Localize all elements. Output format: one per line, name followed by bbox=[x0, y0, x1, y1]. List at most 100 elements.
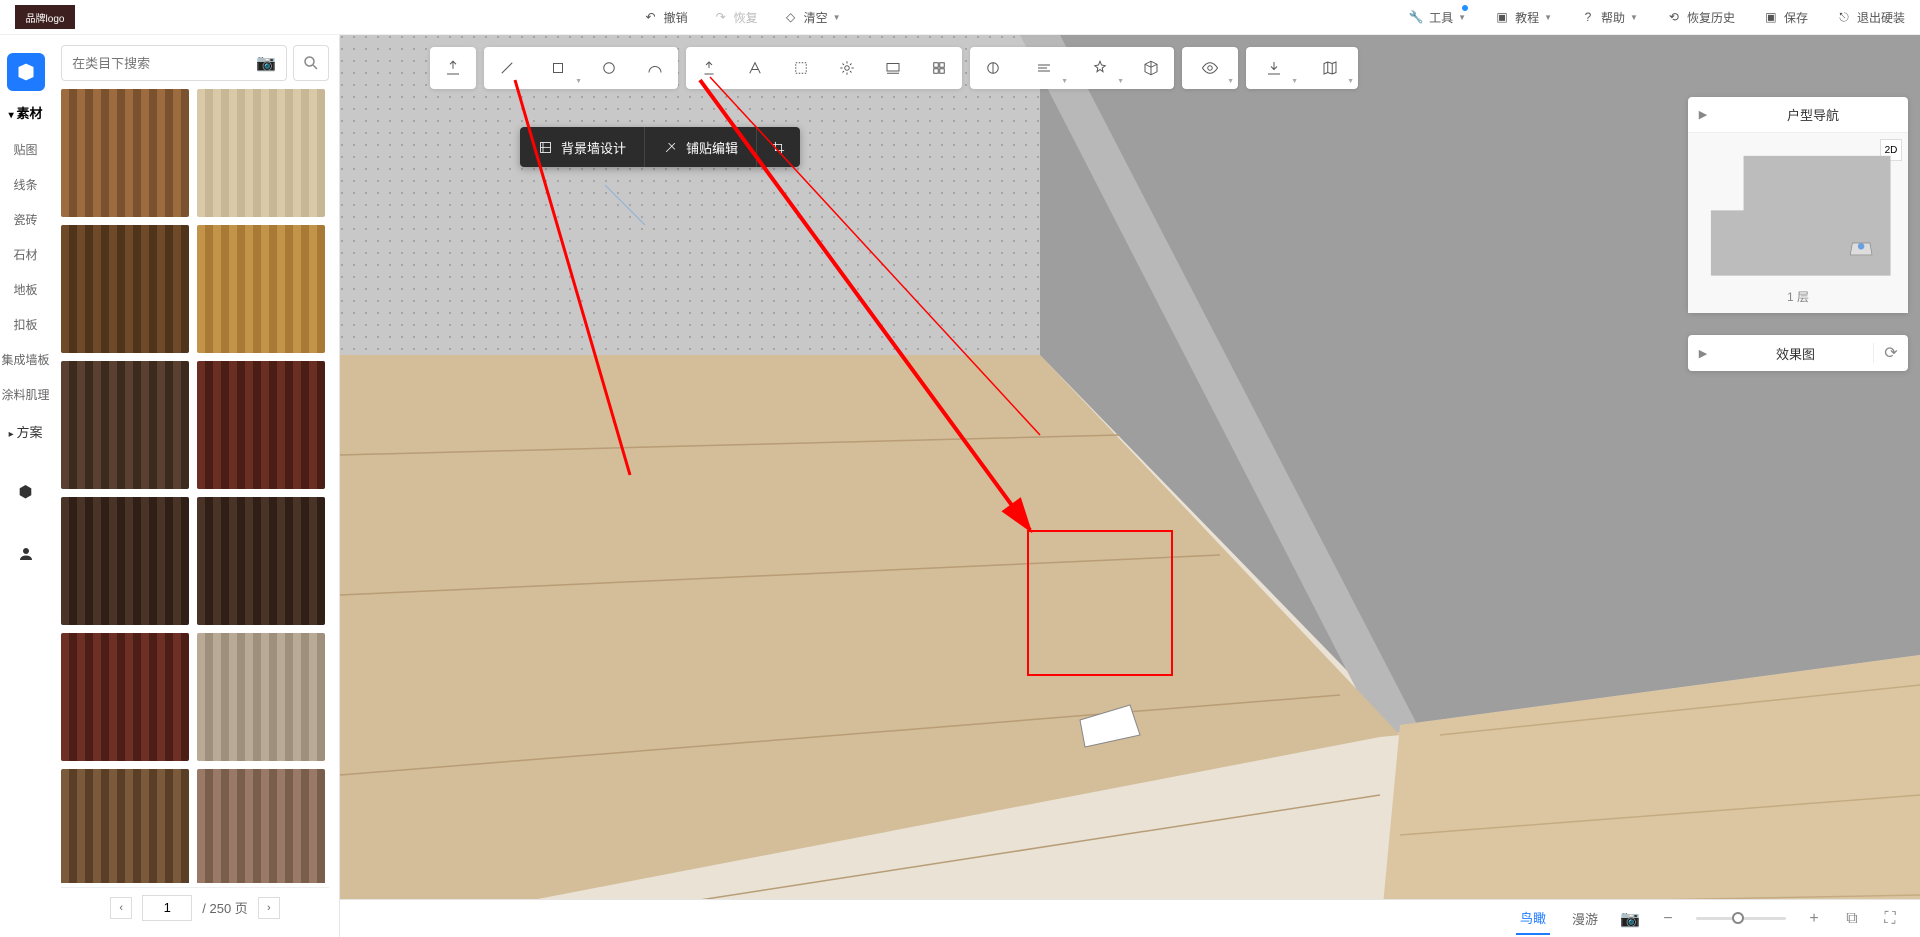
scene-3d bbox=[340, 35, 1920, 937]
undo-button[interactable]: ↶ 撤销 bbox=[643, 9, 688, 26]
view-bird-button[interactable]: 鸟瞰 bbox=[1516, 902, 1550, 935]
cat-cizhuan[interactable]: 瓷砖 bbox=[0, 204, 51, 235]
nav-user-button[interactable] bbox=[7, 535, 45, 573]
chevron-down-icon: ▼ bbox=[1458, 13, 1466, 22]
nav-minimap[interactable]: 2D 1 层 bbox=[1688, 133, 1908, 313]
tb-export-button[interactable] bbox=[430, 47, 476, 89]
notification-dot bbox=[1462, 5, 1468, 11]
search-button[interactable] bbox=[293, 45, 329, 81]
material-thumb[interactable] bbox=[61, 361, 189, 489]
search-input[interactable] bbox=[72, 56, 248, 71]
tb-rect-button[interactable]: ▼ bbox=[530, 47, 586, 89]
cat-xiantiao[interactable]: 线条 bbox=[0, 169, 51, 200]
tb-measure-button[interactable] bbox=[970, 47, 1016, 89]
camera-icon[interactable]: 📷 bbox=[256, 53, 276, 73]
top-center: ↶ 撤销 ↷ 恢复 ◇ 清空 ▼ bbox=[75, 9, 1408, 26]
tb-area-button[interactable] bbox=[778, 47, 824, 89]
tb-grid-button[interactable] bbox=[916, 47, 962, 89]
cat-fangan[interactable]: 方案 bbox=[0, 414, 51, 449]
cat-kouban[interactable]: 扣板 bbox=[0, 309, 51, 340]
tools-button[interactable]: 🔧 工具 ▼ bbox=[1408, 9, 1466, 26]
tutorial-button[interactable]: ▣ 教程 ▼ bbox=[1494, 9, 1552, 26]
cat-diban[interactable]: 地板 bbox=[0, 274, 51, 305]
tb-map-button[interactable]: ▼ bbox=[1302, 47, 1358, 89]
ctx-tile-button[interactable]: 铺贴编辑 bbox=[645, 127, 757, 167]
history-icon: ⟲ bbox=[1666, 9, 1682, 25]
context-bar: 背景墙设计 铺贴编辑 bbox=[520, 127, 800, 167]
history-label: 恢复历史 bbox=[1687, 9, 1735, 26]
exit-label: 退出硬装 bbox=[1857, 9, 1905, 26]
ctx-bgwall-button[interactable]: 背景墙设计 bbox=[520, 127, 645, 167]
tb-line-button[interactable] bbox=[484, 47, 530, 89]
page-input[interactable] bbox=[142, 895, 192, 921]
canvas[interactable]: ▼ ▼ ▼ ▼ ▼ ▼ 背景墙设计 bbox=[340, 35, 1920, 937]
zoom-out-button[interactable]: − bbox=[1658, 909, 1678, 929]
render-refresh-button[interactable]: ⟳ bbox=[1873, 343, 1908, 363]
canvas-toolbar: ▼ ▼ ▼ ▼ ▼ ▼ bbox=[430, 47, 1358, 89]
nav-collapse-button[interactable]: ▶ bbox=[1688, 108, 1718, 121]
tb-download-button[interactable]: ▼ bbox=[1246, 47, 1302, 89]
material-thumb[interactable] bbox=[197, 769, 325, 883]
help-button[interactable]: ? 帮助 ▼ bbox=[1580, 9, 1638, 26]
redo-icon: ↷ bbox=[713, 9, 729, 25]
zoom-slider[interactable] bbox=[1696, 917, 1786, 920]
layers-icon[interactable]: ⧉ bbox=[1842, 909, 1862, 929]
nav-panel: ▶ 户型导航 2D 1 层 bbox=[1688, 97, 1908, 313]
cat-tuliaojili[interactable]: 涂料肌理 bbox=[0, 379, 51, 410]
search-box: 📷 bbox=[61, 45, 287, 81]
material-thumb[interactable] bbox=[61, 497, 189, 625]
tb-extrude-button[interactable] bbox=[686, 47, 732, 89]
exit-button[interactable]: ⎋ 退出硬装 bbox=[1836, 9, 1905, 26]
chevron-down-icon: ▼ bbox=[833, 13, 841, 22]
tb-visibility-button[interactable]: ▼ bbox=[1182, 47, 1238, 89]
bottom-bar: 鸟瞰 漫游 📷 − + ⧉ ⛶ bbox=[340, 899, 1920, 937]
topbar: 品牌logo ↶ 撤销 ↷ 恢复 ◇ 清空 ▼ 🔧 工具 ▼ ▣ 教程 ▼ ? bbox=[0, 0, 1920, 35]
top-right: 🔧 工具 ▼ ▣ 教程 ▼ ? 帮助 ▼ ⟲ 恢复历史 ▣ 保存 ⎋ 退出硬装 bbox=[1408, 9, 1905, 26]
zoom-in-button[interactable]: + bbox=[1804, 909, 1824, 929]
material-thumb[interactable] bbox=[197, 497, 325, 625]
undo-label: 撤销 bbox=[664, 9, 688, 26]
material-thumb[interactable] bbox=[197, 225, 325, 353]
camera-icon[interactable]: 📷 bbox=[1620, 909, 1640, 929]
tutorial-label: 教程 bbox=[1515, 9, 1539, 26]
nav-library-button[interactable] bbox=[7, 53, 45, 91]
material-thumb[interactable] bbox=[197, 633, 325, 761]
fullscreen-icon[interactable]: ⛶ bbox=[1880, 909, 1900, 929]
clear-button[interactable]: ◇ 清空 ▼ bbox=[783, 9, 841, 26]
page-next-button[interactable]: › bbox=[258, 897, 280, 919]
history-button[interactable]: ⟲ 恢复历史 bbox=[1666, 9, 1735, 26]
cat-jichengqiangban[interactable]: 集成墙板 bbox=[0, 344, 51, 375]
zoom-handle[interactable] bbox=[1732, 912, 1744, 924]
material-panel: 📷 ‹ / 250 页 › bbox=[51, 35, 339, 937]
nav-scheme-button[interactable]: ⬢ bbox=[7, 473, 45, 511]
material-thumb[interactable] bbox=[61, 769, 189, 883]
tb-align-button[interactable]: ▼ bbox=[1016, 47, 1072, 89]
ctx-crop-button[interactable] bbox=[757, 127, 800, 167]
chevron-down-icon: ▼ bbox=[1544, 13, 1552, 22]
nav-panel-title: 户型导航 bbox=[1718, 105, 1908, 124]
tb-magic-button[interactable]: ▼ bbox=[1072, 47, 1128, 89]
page-total: / 250 页 bbox=[202, 898, 248, 917]
pager: ‹ / 250 页 › bbox=[61, 887, 329, 927]
material-thumb[interactable] bbox=[61, 89, 189, 217]
material-thumb[interactable] bbox=[61, 633, 189, 761]
tb-arc-button[interactable] bbox=[632, 47, 678, 89]
material-thumb[interactable] bbox=[197, 89, 325, 217]
tb-screen-button[interactable] bbox=[870, 47, 916, 89]
material-thumb[interactable] bbox=[61, 225, 189, 353]
tb-circle-button[interactable] bbox=[586, 47, 632, 89]
tb-light-button[interactable] bbox=[824, 47, 870, 89]
cat-material[interactable]: 素材 bbox=[0, 95, 51, 130]
cat-tiezhi[interactable]: 贴图 bbox=[0, 134, 51, 165]
render-collapse-button[interactable]: ▶ bbox=[1688, 347, 1718, 360]
save-button[interactable]: ▣ 保存 bbox=[1763, 9, 1808, 26]
view-roam-button[interactable]: 漫游 bbox=[1568, 903, 1602, 934]
help-label: 帮助 bbox=[1601, 9, 1625, 26]
tb-move-button[interactable] bbox=[732, 47, 778, 89]
page-prev-button[interactable]: ‹ bbox=[110, 897, 132, 919]
cat-shicai[interactable]: 石材 bbox=[0, 239, 51, 270]
tb-3d-button[interactable] bbox=[1128, 47, 1174, 89]
redo-button[interactable]: ↷ 恢复 bbox=[713, 9, 758, 26]
material-thumb[interactable] bbox=[197, 361, 325, 489]
exit-icon: ⎋ bbox=[1836, 9, 1852, 25]
